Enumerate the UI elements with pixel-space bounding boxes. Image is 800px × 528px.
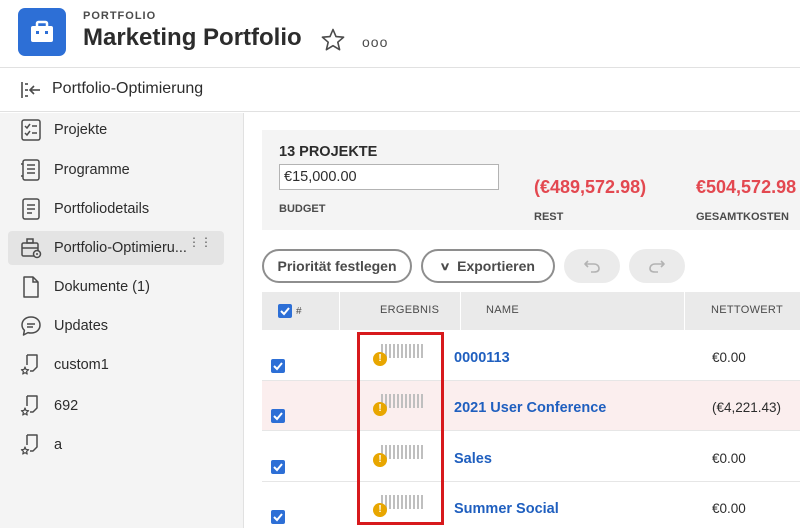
sidebar-item-projekte[interactable]: Projekte xyxy=(8,113,224,147)
sidebar-item-label: 692 xyxy=(54,398,79,414)
export-button[interactable]: ∨ Exportieren xyxy=(421,249,555,283)
sidebar-item-label: Portfoliodetails xyxy=(54,201,150,217)
sidebar-item-label: Projekte xyxy=(54,122,108,138)
table-row[interactable]: ! 0000113 €0.00 xyxy=(262,331,800,381)
project-name-link[interactable]: 0000113 xyxy=(454,350,510,366)
app-header: PORTFOLIO Marketing Portfolio ooo xyxy=(0,0,800,68)
project-name-link[interactable]: Sales xyxy=(454,451,492,467)
sidebar-item-label: Dokumente (1) xyxy=(54,279,150,295)
sidebar-item-label: a xyxy=(54,437,63,453)
project-count: 13 PROJEKTE xyxy=(279,144,378,160)
chevron-down-icon: ∨ xyxy=(439,260,451,273)
net-value: €0.00 xyxy=(712,350,746,365)
briefcase-icon[interactable] xyxy=(18,8,66,56)
column-header-net-value[interactable]: NETTOWERT xyxy=(711,304,783,316)
custom-page-icon xyxy=(20,354,38,375)
project-name-link[interactable]: Summer Social xyxy=(454,501,559,517)
table-row[interactable]: ! Sales €0.00 xyxy=(262,432,800,482)
row-checkbox[interactable] xyxy=(271,409,285,423)
sidebar-item-label: Updates xyxy=(54,318,109,334)
export-label: Exportieren xyxy=(457,258,535,274)
rest-value: (€489,572.98) xyxy=(534,177,647,197)
rest-label: REST xyxy=(534,211,564,223)
redo-icon xyxy=(649,260,665,273)
project-name-link[interactable]: 2021 User Conference xyxy=(454,400,606,416)
projects-icon xyxy=(21,119,41,141)
table-row[interactable]: ! Summer Social €0.00 xyxy=(262,482,800,528)
custom-page-icon xyxy=(20,434,38,455)
document-icon xyxy=(23,276,39,298)
header-kicker: PORTFOLIO xyxy=(83,10,157,22)
highlight-callout-box xyxy=(357,332,444,525)
sidebar-item-portfoliodetails[interactable]: Portfoliodetails xyxy=(8,192,224,226)
sidebar: Projekte Programme Portfoliodetails Port… xyxy=(0,113,244,528)
page-title: Marketing Portfolio xyxy=(83,24,302,51)
updates-icon xyxy=(21,316,41,336)
budget-input[interactable] xyxy=(279,164,499,190)
programs-icon xyxy=(21,159,40,181)
row-checkbox[interactable] xyxy=(271,460,285,474)
sidebar-item-a[interactable]: a xyxy=(8,428,224,462)
custom-page-icon xyxy=(20,395,38,416)
redo-button[interactable] xyxy=(629,249,685,283)
total-cost-label: GESAMTKOSTEN xyxy=(696,211,789,223)
sidebar-item-label: Portfolio-Optimieru... xyxy=(54,240,187,256)
collapse-sidebar-icon[interactable] xyxy=(20,80,42,100)
drag-handle-icon[interactable]: ⋮⋮ xyxy=(188,236,212,248)
sidebar-item-portfolio-optimierung[interactable]: Portfolio-Optimieru... ⋮⋮ xyxy=(8,231,224,265)
column-header-result[interactable]: ERGEBNIS xyxy=(380,304,439,316)
net-value: (€4,221.43) xyxy=(712,400,782,415)
sidebar-item-label: Programme xyxy=(54,162,130,178)
undo-icon xyxy=(584,260,600,273)
row-checkbox[interactable] xyxy=(271,510,285,524)
select-all-checkbox[interactable] xyxy=(278,304,292,318)
portfolio-summary: 13 PROJEKTE BUDGET (€489,572.98) REST €5… xyxy=(262,130,800,230)
total-cost-value: €504,572.98 xyxy=(696,177,797,197)
sidebar-item-updates[interactable]: Updates xyxy=(8,309,224,343)
portfolio-optimizer-icon xyxy=(21,238,42,259)
section-header: Portfolio-Optimierung xyxy=(0,68,800,112)
net-value: €0.00 xyxy=(712,451,746,466)
column-header-name[interactable]: NAME xyxy=(486,304,519,316)
table-row[interactable]: ! 2021 User Conference (€4,221.43) xyxy=(262,381,800,431)
more-options-button[interactable]: ooo xyxy=(362,34,388,50)
net-value: €0.00 xyxy=(712,501,746,516)
section-title: Portfolio-Optimierung xyxy=(52,80,204,97)
budget-label: BUDGET xyxy=(279,203,326,215)
sidebar-item-programme[interactable]: Programme xyxy=(8,153,224,187)
sidebar-item-label: custom1 xyxy=(54,357,109,373)
sidebar-item-692[interactable]: 692 xyxy=(8,389,224,423)
set-priority-button[interactable]: Priorität festlegen xyxy=(262,249,412,283)
sidebar-item-dokumente[interactable]: Dokumente (1) xyxy=(8,270,224,304)
column-header-number: # xyxy=(296,306,302,317)
table-header: # ERGEBNIS NAME NETTOWERT xyxy=(262,292,800,330)
sidebar-item-custom1[interactable]: custom1 xyxy=(8,348,224,382)
star-icon[interactable] xyxy=(320,27,346,53)
undo-button[interactable] xyxy=(564,249,620,283)
details-icon xyxy=(22,198,40,220)
row-checkbox[interactable] xyxy=(271,359,285,373)
